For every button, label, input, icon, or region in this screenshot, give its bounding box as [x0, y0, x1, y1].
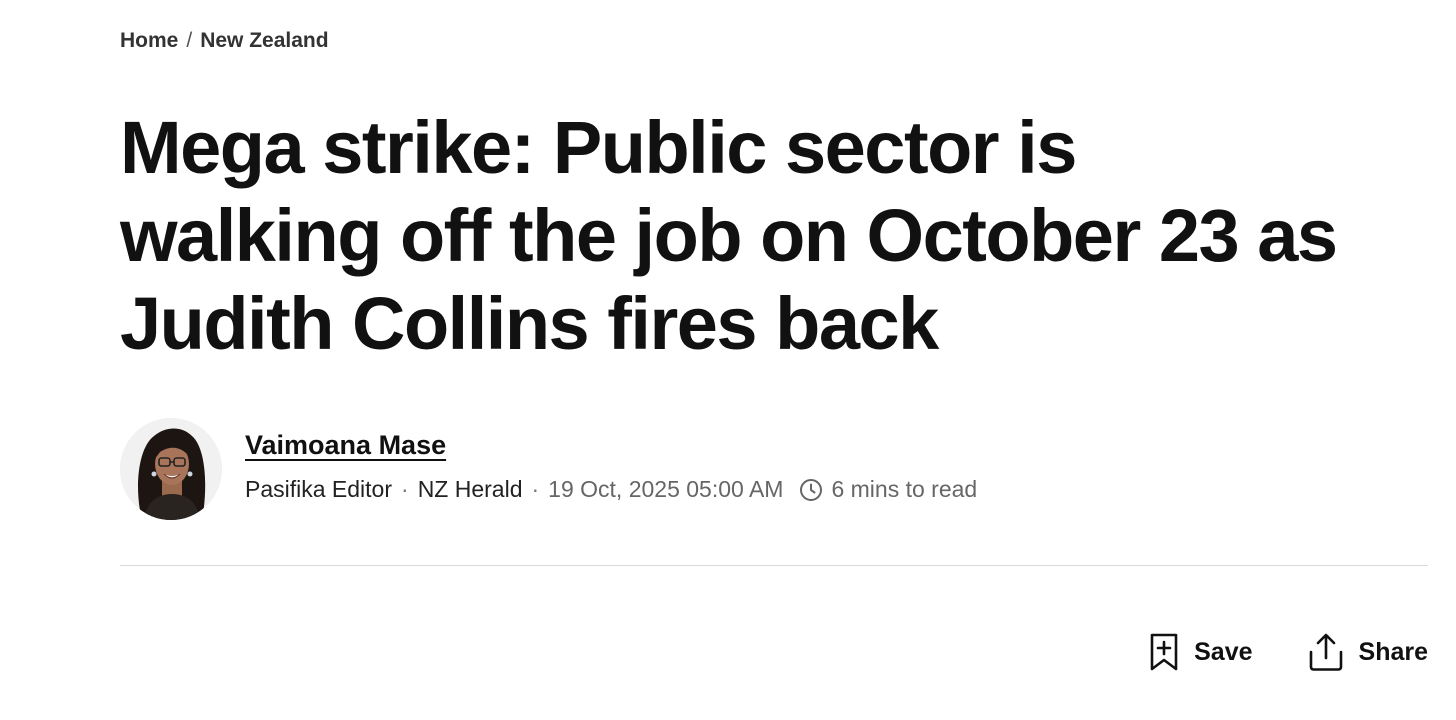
article-headline: Mega strike: Public sector is walking of…: [120, 106, 1338, 365]
author-name-link[interactable]: Vaimoana Mase: [245, 430, 446, 461]
share-icon: [1309, 633, 1342, 671]
read-time-label: 6 mins to read: [831, 476, 978, 502]
article-page: Home / New Zealand Mega strike: Public s…: [120, 0, 1428, 720]
author-photo-image: [120, 418, 222, 520]
save-label: Save: [1194, 637, 1253, 666]
save-button[interactable]: Save: [1148, 632, 1253, 672]
share-label: Share: [1358, 637, 1428, 666]
meta-separator: ·: [401, 476, 409, 502]
breadcrumb-separator: /: [186, 29, 193, 52]
bookmark-plus-icon: [1150, 633, 1178, 671]
author-role: Pasifika Editor: [245, 476, 393, 502]
byline-meta: Pasifika Editor · NZ Herald · 19 Oct, 20…: [245, 476, 977, 503]
share-button[interactable]: Share: [1307, 632, 1428, 672]
article-actions: Save Share: [1148, 632, 1428, 672]
author-avatar[interactable]: [120, 418, 222, 520]
breadcrumb-new-zealand-link[interactable]: New Zealand: [200, 29, 328, 53]
section-divider: [120, 565, 1428, 566]
byline: Vaimoana Mase Pasifika Editor · NZ Heral…: [120, 416, 1120, 522]
clock-icon: [800, 478, 823, 501]
publish-date: 19 Oct, 2025 05:00 AM: [548, 476, 784, 502]
breadcrumb: Home / New Zealand: [120, 29, 329, 53]
breadcrumb-home-link[interactable]: Home: [120, 29, 178, 53]
meta-separator: ·: [531, 476, 540, 502]
publication-name: NZ Herald: [417, 476, 523, 502]
read-time: 6 mins to read: [799, 476, 977, 503]
